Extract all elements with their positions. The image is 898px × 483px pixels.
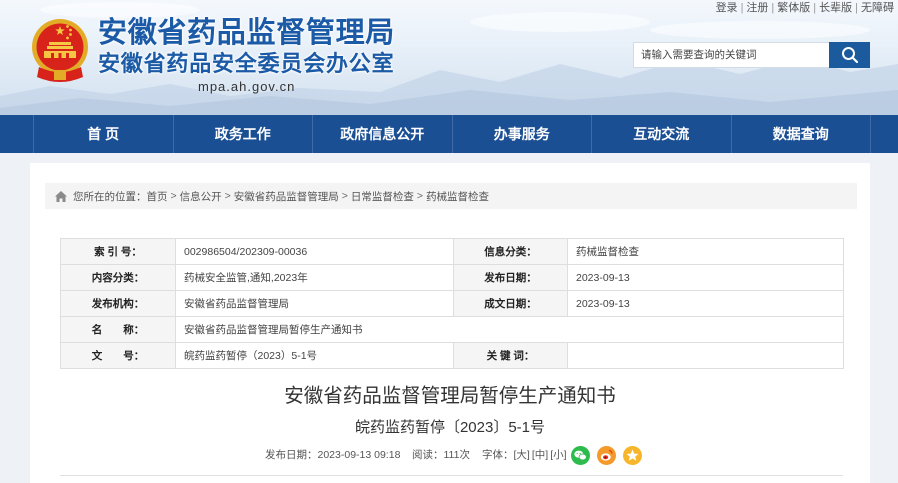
top-link-separator: | [813, 2, 817, 14]
breadcrumb-item[interactable]: 日常监督检查 [351, 189, 414, 204]
info-label-name: 名 称： [60, 316, 176, 343]
search-input[interactable] [634, 43, 829, 67]
view-count: 阅读：111次 [412, 449, 470, 461]
nav-divider [870, 115, 871, 153]
top-link-separator: | [855, 2, 858, 14]
publish-date: 发布日期：2023-09-13 09:18 [265, 449, 401, 461]
font-size-large-button[interactable]: [大] [514, 449, 530, 461]
login-link[interactable]: 登录 [716, 2, 738, 14]
search-icon [841, 47, 858, 64]
info-label-publish-date: 发布日期： [453, 264, 568, 291]
info-label-doc-number: 文 号： [60, 342, 176, 369]
info-label-keywords: 关 键 词： [453, 342, 568, 369]
info-label-index-number: 索 引 号： [60, 238, 176, 265]
info-value-category: 药械监督检查 [567, 238, 844, 265]
accessibility-link[interactable]: 无障碍 [861, 2, 894, 14]
breadcrumb-prefix: 您所在的位置： [73, 190, 147, 203]
traditional-chinese-link[interactable]: 繁体版 [777, 2, 810, 14]
site-title: 安徽省药品监督管理局 [98, 17, 396, 49]
breadcrumb-item[interactable]: 信息公开 [180, 189, 222, 204]
nav-item-interaction[interactable]: 互动交流 [591, 115, 731, 153]
national-emblem-icon [32, 19, 88, 82]
info-value-doc-number: 皖药监药暂停（2023）5-1号 [175, 342, 454, 369]
elderly-mode-link[interactable]: 长辈版 [819, 2, 852, 14]
nav-item-government-affairs[interactable]: 政务工作 [172, 115, 313, 153]
info-value-keywords [567, 342, 844, 369]
nav-item-home[interactable]: 首 页 [33, 115, 173, 153]
info-label-written-date: 成文日期： [453, 290, 568, 317]
site-subtitle: 安徽省药品安全委员会办公室 [98, 51, 395, 76]
content-divider [60, 475, 843, 476]
table-row: 发布机构： 安徽省药品监督管理局 成文日期： 2023-09-13 [60, 290, 844, 317]
site-header: 安徽省药品监督管理局 安徽省药品安全委员会办公室 mpa.ah.gov.cn 登… [0, 0, 898, 115]
share-wechat-button[interactable] [571, 446, 590, 465]
search-button[interactable] [829, 42, 870, 68]
page: 安徽省药品监督管理局 安徽省药品安全委员会办公室 mpa.ah.gov.cn 登… [0, 0, 898, 483]
breadcrumb-separator: > [416, 190, 424, 202]
wechat-icon [571, 446, 590, 465]
info-label-content-type: 内容分类： [60, 264, 176, 291]
article-title: 安徽省药品监督管理局暂停生产通知书 [284, 385, 616, 407]
register-link[interactable]: 注册 [746, 2, 768, 14]
search-box [633, 42, 830, 68]
nav-item-data-query[interactable]: 数据查询 [730, 115, 871, 153]
site-url: mpa.ah.gov.cn [198, 79, 296, 94]
breadcrumb-item[interactable]: 药械监督检查 [426, 189, 489, 204]
breadcrumb-item[interactable]: 安徽省药品监督管理局 [234, 189, 339, 204]
info-label-publisher: 发布机构： [60, 290, 176, 317]
breadcrumb-separator: > [224, 190, 231, 202]
qzone-icon [623, 446, 642, 465]
document-info-table: 索 引 号： 002986504/202309-00036 信息分类： 药械监督… [60, 238, 844, 369]
top-link-separator: | [740, 2, 744, 14]
table-row: 索 引 号： 002986504/202309-00036 信息分类： 药械监督… [60, 238, 844, 265]
info-value-publish-date: 2023-09-13 [567, 264, 844, 291]
info-value-publisher: 安徽省药品监督管理局 [175, 290, 454, 317]
info-value-name: 安徽省药品监督管理局暂停生产通知书 [175, 316, 844, 343]
weibo-icon [597, 446, 616, 465]
breadcrumb: 您所在的位置： 首页 > 信息公开 > 安徽省药品监督管理局 > 日常监督检查 … [45, 183, 857, 209]
info-value-written-date: 2023-09-13 [567, 290, 844, 317]
table-row: 名 称： 安徽省药品监督管理局暂停生产通知书 [60, 316, 844, 343]
main-nav: 首 页 政务工作 政府信息公开 办事服务 互动交流 数据查询 [0, 115, 898, 153]
nav-item-information-disclosure[interactable]: 政府信息公开 [312, 115, 452, 153]
font-size-medium-button[interactable]: [中] [532, 449, 548, 461]
top-links: 登录 | 注册 | 繁体版 | 长辈版 | 无障碍 [716, 1, 894, 15]
info-value-content-type: 药械安全监管,通知,2023年 [175, 264, 454, 291]
nav-item-services[interactable]: 办事服务 [451, 115, 592, 153]
table-row: 内容分类： 药械安全监管,通知,2023年 发布日期： 2023-09-13 [60, 264, 844, 291]
home-icon [55, 190, 67, 202]
share-qzone-button[interactable] [623, 446, 642, 465]
breadcrumb-separator: > [341, 190, 348, 202]
font-size-small-button[interactable]: [小] [550, 449, 566, 461]
breadcrumb-separator: > [170, 190, 177, 202]
info-value-index-number: 002986504/202309-00036 [175, 238, 454, 265]
article-doc-number: 皖药监药暂停〔2023〕5-1号 [354, 419, 546, 436]
top-link-separator: | [771, 2, 775, 14]
font-size-controls: 字体：[大] [中] [小] [482, 446, 569, 465]
table-row: 文 号： 皖药监药暂停（2023）5-1号 关 键 词： [60, 342, 844, 369]
breadcrumb-item[interactable]: 首页 [147, 189, 168, 204]
share-weibo-button[interactable] [597, 446, 616, 465]
font-size-label: 字体： [482, 449, 514, 461]
info-label-category: 信息分类： [453, 238, 568, 265]
